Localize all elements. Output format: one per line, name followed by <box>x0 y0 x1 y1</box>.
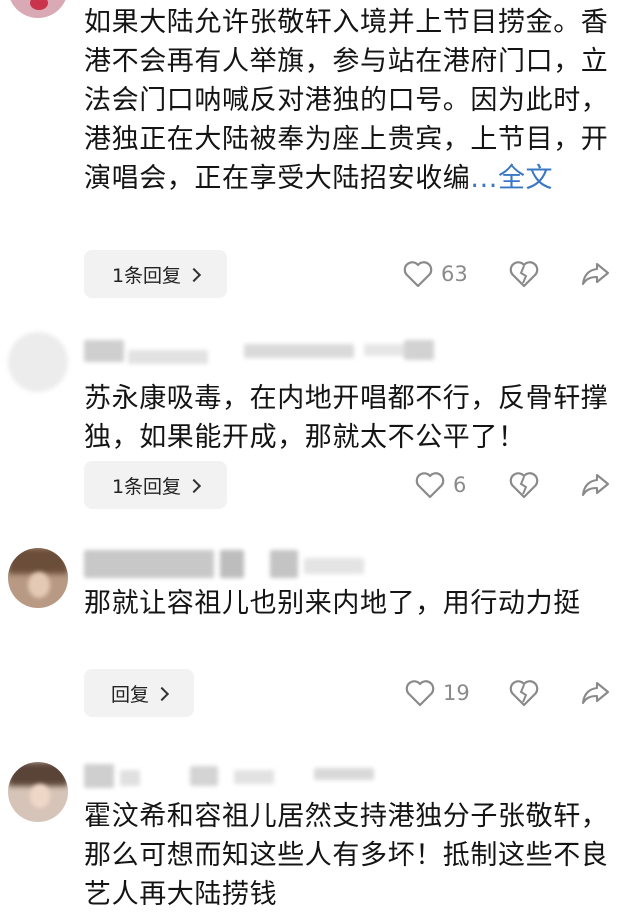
comment-item: 那就让容祖儿也别来内地了，用行动力挺 回复 19 <box>0 532 625 742</box>
avatar[interactable] <box>8 332 68 392</box>
comment-item: 苏永康吸毒，在内地开唱都不行，反骨轩撑独，如果能开成，那就太不公平了！ 1条回复… <box>0 320 625 532</box>
reply-count-label: 1条回复 <box>111 475 182 498</box>
like-count: 63 <box>441 262 468 286</box>
comment-text: 那就让容祖儿也别来内地了，用行动力挺 <box>84 588 581 619</box>
like-count: 6 <box>453 473 467 497</box>
heart-outline-icon <box>403 260 433 288</box>
like-count: 19 <box>443 681 470 705</box>
share-arrow-icon <box>580 679 610 707</box>
reply-label: 回复 <box>110 683 149 706</box>
broken-heart-icon <box>509 679 539 707</box>
share-button[interactable] <box>580 679 610 707</box>
comment-author-meta <box>84 550 444 580</box>
share-arrow-icon <box>580 471 610 499</box>
share-arrow-icon <box>580 260 610 288</box>
broken-heart-icon <box>509 260 539 288</box>
like-button[interactable]: 63 <box>403 260 468 288</box>
comment-item: 如果大陆允许张敬轩入境并上节目捞金。香港不会再有人举旗，参与站在港府门口，立法会… <box>0 0 625 320</box>
comment-text: 霍汶希和容祖儿居然支持港独分子张敬轩，那么可想而知这些人有多坏！抵制这些不良艺人… <box>84 801 609 910</box>
comment-item: 霍汶希和容祖儿居然支持港独分子张敬轩，那么可想而知这些人有多坏！抵制这些不良艺人… <box>0 742 625 911</box>
comment-body: 如果大陆允许张敬轩入境并上节目捞金。香港不会再有人举旗，参与站在港府门口，立法会… <box>84 3 614 198</box>
view-replies-button[interactable]: 1条回复 <box>84 461 227 509</box>
share-button[interactable] <box>580 260 610 288</box>
heart-outline-icon <box>405 679 435 707</box>
comment-author-meta <box>84 336 444 366</box>
chevron-right-icon <box>186 267 202 282</box>
view-replies-button[interactable]: 1条回复 <box>84 250 227 298</box>
reply-button[interactable]: 回复 <box>84 669 194 717</box>
comment-text: 苏永康吸毒，在内地开唱都不行，反骨轩撑独，如果能开成，那就太不公平了！ <box>84 383 609 453</box>
chevron-right-icon <box>186 478 202 493</box>
dislike-button[interactable] <box>509 260 539 288</box>
avatar[interactable] <box>8 548 68 608</box>
dislike-button[interactable] <box>509 471 539 499</box>
avatar[interactable] <box>8 0 68 18</box>
expand-full-text-link[interactable]: ...全文 <box>470 163 553 194</box>
like-button[interactable]: 6 <box>415 471 466 499</box>
like-button[interactable]: 19 <box>405 679 470 707</box>
heart-outline-icon <box>415 471 445 499</box>
comment-author-meta <box>84 764 444 794</box>
broken-heart-icon <box>509 471 539 499</box>
dislike-button[interactable] <box>509 679 539 707</box>
chevron-right-icon <box>154 686 170 701</box>
share-button[interactable] <box>580 471 610 499</box>
avatar[interactable] <box>8 762 68 822</box>
reply-count-label: 1条回复 <box>111 264 182 287</box>
